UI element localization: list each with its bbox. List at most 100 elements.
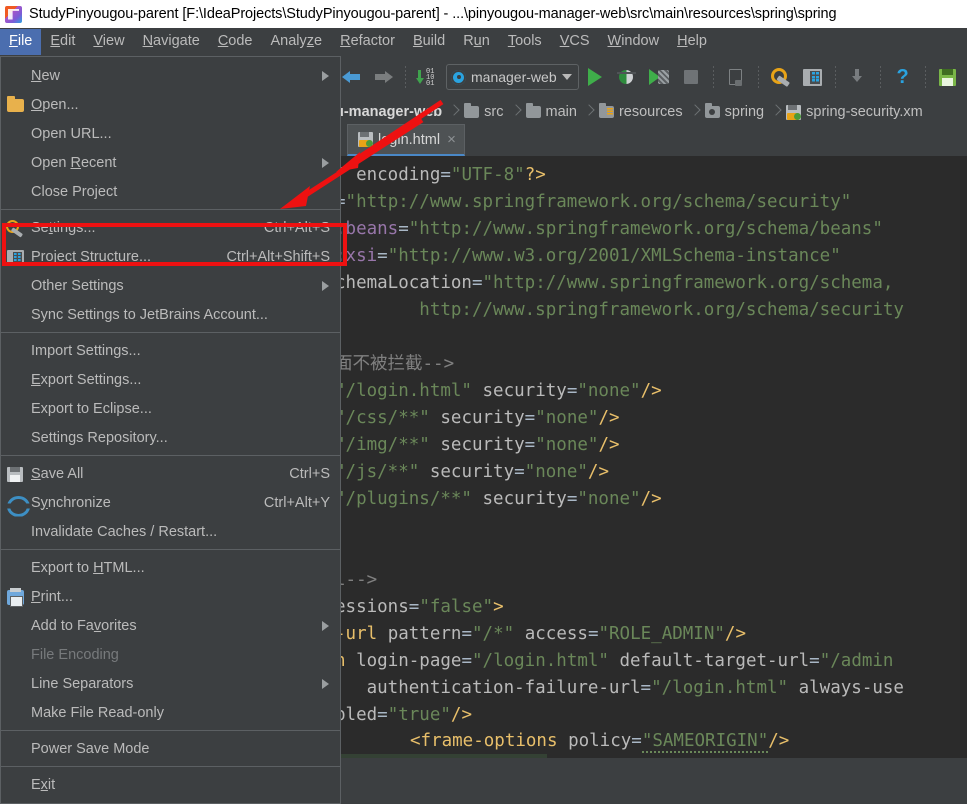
xml-file-icon	[786, 104, 802, 120]
menu-item-close-project[interactable]: Close Project	[1, 177, 340, 206]
breadcrumb-item-src[interactable]: src	[464, 98, 506, 126]
update-project-button[interactable]: 01 10 01	[415, 64, 441, 90]
html-file-icon	[358, 132, 373, 147]
menu-item-settings-repository[interactable]: Settings Repository...	[1, 423, 340, 452]
menu-separator	[1, 549, 340, 550]
code-token: =	[809, 651, 820, 671]
menu-item-icon-placeholder	[5, 522, 27, 542]
breadcrumb-item-u-manager-web[interactable]: u-manager-web	[335, 98, 445, 126]
project-structure-button[interactable]	[800, 64, 826, 90]
code-token: "http://www.springframework.org/schema/s…	[345, 192, 852, 212]
menu-separator	[1, 455, 340, 456]
toolbar-separator	[757, 66, 759, 88]
code-token: -url	[335, 624, 378, 644]
synchronize-icon	[5, 493, 27, 513]
project-structure-icon	[803, 68, 823, 86]
menu-view[interactable]: View	[84, 29, 133, 55]
menu-run[interactable]: Run	[454, 29, 499, 55]
application-button[interactable]	[723, 64, 749, 90]
code-token: />	[640, 381, 662, 401]
menu-item-export-settings[interactable]: Export Settings...	[1, 365, 340, 394]
menu-item-export-to-eclipse[interactable]: Export to Eclipse...	[1, 394, 340, 423]
run-configuration-selector[interactable]: manager-web	[446, 64, 579, 90]
menu-item-label: Add to Favorites	[31, 617, 137, 634]
menu-item-invalidate-caches-restart[interactable]: Invalidate Caches / Restart...	[1, 517, 340, 546]
breadcrumb-item-resources[interactable]: resources	[598, 98, 686, 126]
breadcrumb-item-spring-security-xm[interactable]: spring-security.xm	[786, 98, 926, 126]
code-token: l-->	[335, 570, 378, 590]
run-with-coverage-button[interactable]	[646, 64, 672, 90]
submenu-arrow-icon	[322, 620, 329, 631]
menu-item-open-recent[interactable]: Open Recent	[1, 148, 340, 177]
menu-edit[interactable]: Edit	[41, 29, 84, 55]
menu-item-export-to-html[interactable]: Export to HTML...	[1, 553, 340, 582]
stop-button[interactable]	[678, 64, 704, 90]
breadcrumb-item-main[interactable]: main	[525, 98, 580, 126]
menu-tools[interactable]: Tools	[499, 29, 551, 55]
menu-item-settings[interactable]: Settings... Ctrl+Alt+S	[1, 213, 340, 242]
menu-vcs[interactable]: VCS	[551, 29, 599, 55]
run-configuration-label: manager-web	[471, 69, 557, 85]
menu-build[interactable]: Build	[404, 29, 454, 55]
menu-item-other-settings[interactable]: Other Settings	[1, 271, 340, 300]
settings-button[interactable]	[768, 64, 794, 90]
menu-item-import-settings[interactable]: Import Settings...	[1, 336, 340, 365]
menu-item-new[interactable]: New	[1, 61, 340, 90]
close-icon[interactable]: ×	[447, 132, 456, 147]
menu-window[interactable]: Window	[599, 29, 669, 55]
code-token: />	[587, 462, 609, 482]
menu-item-save-all[interactable]: Save All Ctrl+S	[1, 459, 340, 488]
run-button[interactable]	[582, 64, 608, 90]
menu-file[interactable]: File	[0, 29, 42, 55]
chevron-right-icon	[449, 98, 459, 126]
menu-item-make-file-read-only[interactable]: Make File Read-only	[1, 698, 340, 727]
intellij-idea-icon	[5, 5, 22, 23]
debug-button[interactable]	[614, 64, 640, 90]
menu-code[interactable]: Code	[209, 29, 262, 55]
editor-tab-login-html[interactable]: login.html ×	[347, 124, 465, 156]
code-line: "/login.html" security="none"/>	[335, 378, 967, 405]
menu-item-line-separators[interactable]: Line Separators	[1, 669, 340, 698]
code-token: />	[598, 408, 620, 428]
menu-item-sync-settings-to-jetbrains-account[interactable]: Sync Settings to JetBrains Account...	[1, 300, 340, 329]
update-button[interactable]	[845, 64, 871, 90]
code-token: :beans	[335, 219, 399, 239]
menu-item-open-url[interactable]: Open URL...	[1, 119, 340, 148]
menu-item-project-structure[interactable]: Project Structure... Ctrl+Alt+Shift+S	[1, 242, 340, 271]
code-token: "/login.html"	[335, 381, 472, 401]
code-token: "http://www.springframework.org/schema/b…	[408, 219, 883, 239]
code-editor[interactable]: " encoding="UTF-8"?>="http://www.springf…	[335, 156, 967, 726]
menu-navigate[interactable]: Navigate	[134, 29, 209, 55]
save-all-button[interactable]	[935, 64, 961, 90]
menu-item-label: Open URL...	[31, 125, 112, 142]
menu-item-label: Synchronize	[31, 494, 111, 511]
menu-item-icon-placeholder	[5, 370, 27, 390]
code-token: "false"	[419, 597, 494, 617]
menu-item-synchronize[interactable]: Synchronize Ctrl+Alt+Y	[1, 488, 340, 517]
folder-icon	[5, 95, 27, 115]
forward-button[interactable]	[370, 64, 396, 90]
run-icon	[587, 68, 602, 86]
breadcrumb-item-spring[interactable]: spring	[704, 98, 768, 126]
menu-item-label: Export Settings...	[31, 371, 142, 388]
menu-item-label: Line Separators	[31, 675, 134, 692]
menu-item-exit[interactable]: Exit	[1, 770, 340, 799]
code-token: />	[724, 624, 746, 644]
menu-item-open[interactable]: Open...	[1, 90, 340, 119]
menu-analyze[interactable]: Analyze	[262, 29, 332, 55]
code-line: " encoding="UTF-8"?>	[335, 162, 967, 189]
file-menu-dropdown[interactable]: New Open... Open URL... Open Recent Close Pr…	[0, 56, 341, 804]
menu-item-power-save-mode[interactable]: Power Save Mode	[1, 734, 340, 763]
code-token: =	[398, 219, 409, 239]
menu-help[interactable]: Help	[668, 29, 716, 55]
menu-item-add-to-favorites[interactable]: Add to Favorites	[1, 611, 340, 640]
code-token: />	[450, 705, 472, 725]
back-button[interactable]	[338, 64, 364, 90]
menu-item-icon-placeholder	[5, 399, 27, 419]
submenu-arrow-icon	[322, 280, 329, 291]
menu-item-print[interactable]: Print...	[1, 582, 340, 611]
help-button[interactable]: ?	[890, 64, 916, 90]
menu-refactor[interactable]: Refactor	[331, 29, 404, 55]
